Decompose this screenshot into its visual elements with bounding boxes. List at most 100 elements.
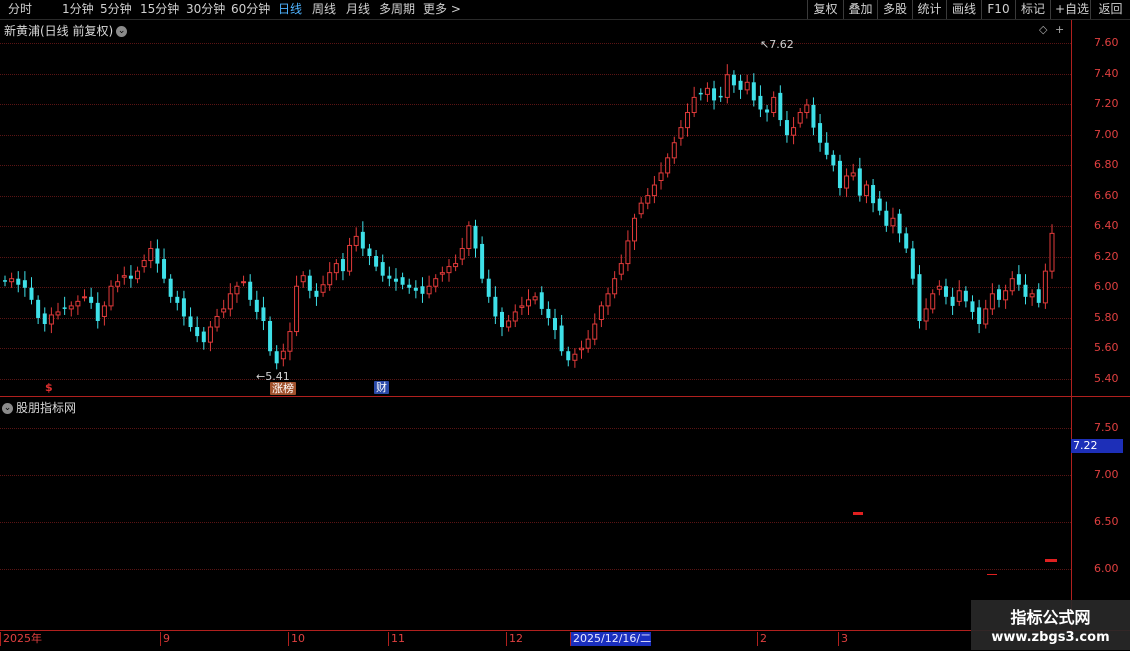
candle-body xyxy=(148,247,154,262)
candle-body xyxy=(512,311,518,322)
candle-body xyxy=(128,275,133,279)
candle-body xyxy=(367,248,372,257)
candle-body xyxy=(884,210,889,226)
candle-body xyxy=(506,320,512,328)
candle-body xyxy=(818,123,823,143)
candle-body xyxy=(188,316,193,328)
candle-body xyxy=(360,231,365,249)
candle-body xyxy=(592,323,598,340)
candle-body xyxy=(738,80,743,90)
candle-body xyxy=(897,213,902,234)
candle-body xyxy=(691,96,697,114)
candle-body xyxy=(857,168,862,196)
candle-body xyxy=(486,278,491,297)
watermark-logo: 指标公式网 www.zbgs3.com xyxy=(971,600,1130,650)
candle-body xyxy=(300,275,306,283)
candle-body xyxy=(804,104,810,114)
candle-body xyxy=(698,92,703,95)
candle-body xyxy=(585,338,591,349)
candle-body xyxy=(970,301,975,312)
candle-body xyxy=(261,307,266,321)
candle-body xyxy=(863,184,869,197)
candle-body xyxy=(704,87,710,95)
candle-body xyxy=(62,307,67,309)
candle-body xyxy=(201,331,206,343)
candle-body xyxy=(724,74,730,98)
candle-body xyxy=(274,351,279,364)
candle-body xyxy=(638,202,644,215)
candle-body xyxy=(101,305,107,317)
candle-body xyxy=(598,305,604,320)
candle-body xyxy=(566,351,571,361)
candle-body xyxy=(1023,284,1028,297)
candle-body xyxy=(294,285,300,333)
candle-body xyxy=(155,248,160,264)
candle-body xyxy=(824,142,829,155)
candle-body xyxy=(784,120,789,136)
x-label-selected[interactable]: 2025/12/16/二 xyxy=(570,632,652,646)
candle-body xyxy=(989,293,995,310)
candle-body xyxy=(718,95,723,98)
finance-badge[interactable]: 财 xyxy=(374,381,389,394)
candle-body xyxy=(175,296,180,303)
candle-body xyxy=(1009,278,1015,292)
x-label: 11 xyxy=(388,632,405,646)
candle-body xyxy=(671,142,677,159)
candle-body xyxy=(333,263,339,274)
candle-body xyxy=(353,235,359,246)
candlestick-chart[interactable] xyxy=(0,0,1130,650)
candle-body xyxy=(526,299,531,307)
candle-body xyxy=(871,185,876,204)
candle-body xyxy=(115,281,121,287)
candle-body xyxy=(983,308,989,325)
candle-body xyxy=(320,284,326,293)
candle-body xyxy=(108,285,114,307)
candle-body xyxy=(910,248,915,279)
candle-body xyxy=(685,112,691,129)
candle-body xyxy=(413,287,418,291)
indicator-marker xyxy=(853,512,863,515)
candle-body xyxy=(29,287,34,300)
candle-body xyxy=(340,259,345,272)
x-label: 2 xyxy=(757,632,767,646)
candle-body xyxy=(559,325,564,352)
candle-body xyxy=(268,320,273,352)
candle-body xyxy=(446,266,452,274)
candle-body xyxy=(943,286,948,297)
candle-body xyxy=(407,284,412,288)
candle-body xyxy=(9,278,15,283)
candle-body xyxy=(420,286,425,294)
candle-body xyxy=(42,313,47,325)
candle-body xyxy=(665,157,671,174)
candle-body xyxy=(771,96,777,114)
candle-body xyxy=(618,263,624,275)
watermark-url: www.zbgs3.com xyxy=(991,630,1110,645)
high-marker: ↖7.62 xyxy=(760,38,794,51)
x-label: 10 xyxy=(288,632,305,646)
candle-body xyxy=(433,278,439,287)
candle-body xyxy=(632,217,638,242)
candle-body xyxy=(36,299,41,318)
candle-body xyxy=(553,317,558,331)
candle-body xyxy=(393,278,398,282)
candle-body xyxy=(221,308,227,313)
candle-body xyxy=(181,298,186,317)
candle-body xyxy=(374,256,379,267)
candle-body xyxy=(923,308,929,322)
candle-body xyxy=(519,305,525,308)
candle-body xyxy=(831,154,836,166)
candle-body xyxy=(844,175,850,189)
zhangbang-badge[interactable]: 涨榜 xyxy=(270,382,296,395)
candle-body xyxy=(904,233,909,249)
candle-body xyxy=(22,280,27,288)
candle-body xyxy=(917,274,922,321)
candle-body xyxy=(579,347,585,351)
x-label: 2025年 xyxy=(0,632,42,646)
candle-body xyxy=(850,172,856,177)
candle-body xyxy=(48,314,54,325)
dollar-badge[interactable]: $ xyxy=(43,381,55,394)
candle-body xyxy=(55,311,61,316)
candle-body xyxy=(1003,290,1009,301)
candle-body xyxy=(89,296,94,303)
candle-body xyxy=(254,299,259,312)
